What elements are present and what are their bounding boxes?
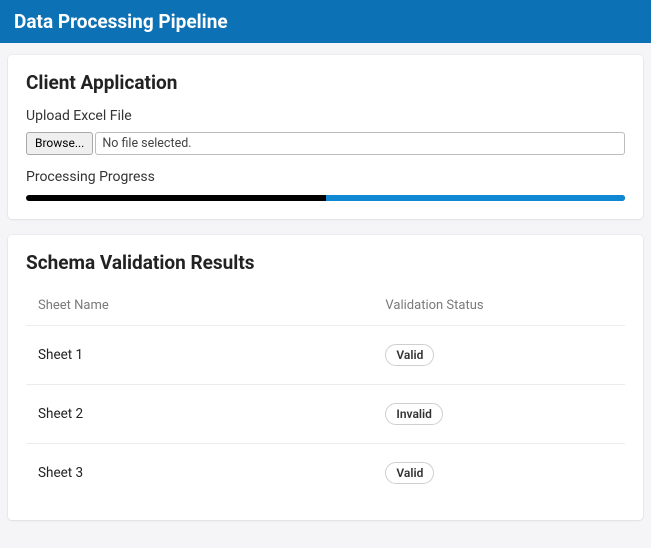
client-application-card: Client Application Upload Excel File Bro… — [8, 55, 643, 219]
table-row: Sheet 3 Valid — [26, 443, 625, 502]
client-card-title: Client Application — [26, 71, 625, 94]
sheet-cell: Sheet 2 — [26, 384, 373, 443]
status-cell: Valid — [373, 443, 625, 502]
table-row: Sheet 1 Valid — [26, 325, 625, 384]
content-area: Client Application Upload Excel File Bro… — [0, 43, 651, 548]
app-header: Data Processing Pipeline — [0, 0, 651, 43]
status-cell: Valid — [373, 325, 625, 384]
column-header-status: Validation Status — [373, 288, 625, 326]
file-input-row: Browse... No file selected. — [26, 132, 625, 155]
status-cell: Invalid — [373, 384, 625, 443]
progress-label: Processing Progress — [26, 169, 625, 185]
file-name-display[interactable]: No file selected. — [95, 132, 625, 155]
table-row: Sheet 2 Invalid — [26, 384, 625, 443]
sheet-cell: Sheet 1 — [26, 325, 373, 384]
browse-button[interactable]: Browse... — [26, 132, 93, 155]
column-header-sheet: Sheet Name — [26, 288, 373, 326]
status-badge: Valid — [385, 344, 434, 366]
status-badge: Valid — [385, 462, 434, 484]
app-title: Data Processing Pipeline — [14, 10, 228, 33]
sheet-cell: Sheet 3 — [26, 443, 373, 502]
status-badge: Invalid — [385, 403, 443, 425]
schema-validation-card: Schema Validation Results Sheet Name Val… — [8, 235, 643, 520]
progress-bar — [26, 195, 625, 201]
progress-bar-fill — [326, 195, 626, 201]
schema-table: Sheet Name Validation Status Sheet 1 Val… — [26, 288, 625, 502]
upload-label: Upload Excel File — [26, 108, 625, 124]
schema-card-title: Schema Validation Results — [26, 251, 625, 274]
